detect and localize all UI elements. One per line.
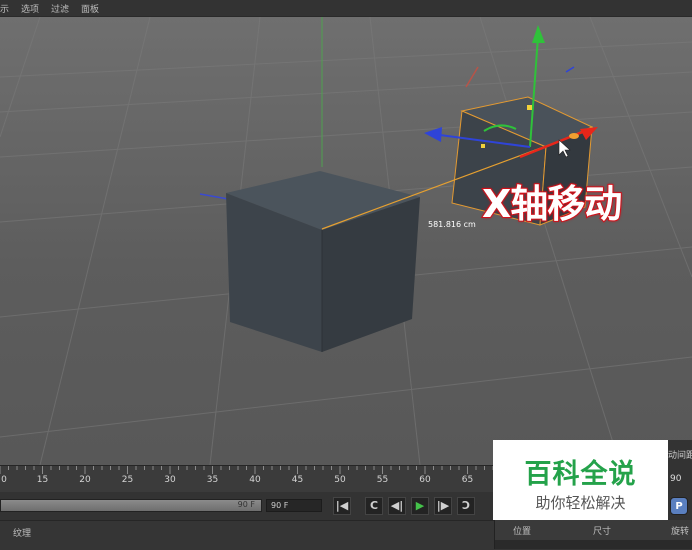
distance-readout: 581.816 cm <box>428 220 476 229</box>
play-button[interactable]: ▶ <box>411 497 429 515</box>
menu-item-panel[interactable]: 面板 <box>81 2 99 15</box>
left-cube <box>226 171 420 352</box>
prev-frame-button[interactable]: ◀| <box>388 497 406 515</box>
watermark-title: 百科全说 <box>524 459 637 490</box>
gizmo-y-arrow <box>532 25 545 43</box>
p-button[interactable]: P <box>670 497 688 515</box>
timeline-tick-label: 25 <box>121 475 134 485</box>
texture-tab[interactable]: 纹理 <box>13 526 31 539</box>
size-label: 尺寸 <box>593 527 612 537</box>
right-frame-value: 90 <box>670 474 682 484</box>
timeline-tick-label: 0 <box>1 475 7 485</box>
3d-viewport[interactable]: X轴移动 581.816 cm <box>0 17 692 465</box>
world-z-axis <box>199 193 229 200</box>
timeline-tick-label: 55 <box>376 475 389 485</box>
rotation-label: 旋转 <box>671 527 690 537</box>
right-panel-label: 动间距 <box>668 451 692 461</box>
menu-item-filter[interactable]: 过滤 <box>51 2 69 15</box>
timeline-tick-label: 65 <box>461 475 474 485</box>
timeline-tick-label: 40 <box>249 475 261 485</box>
timeline-tick-label: 30 <box>164 475 176 485</box>
end-frame-field[interactable]: 90 F <box>266 499 322 512</box>
viewport-scene <box>0 17 692 465</box>
timeline-tick-label: 45 <box>291 475 304 485</box>
timeline-tick-label: 20 <box>79 475 91 485</box>
overlay-caption: X轴移动 <box>481 181 623 227</box>
watermark-subtitle: 助你轻松解决 <box>535 494 626 512</box>
next-key-button[interactable]: Ↄ <box>457 497 475 515</box>
coordinates-panel: 位置 尺寸 旋转 <box>494 520 692 549</box>
menu-item-options[interactable]: 选项 <box>21 2 39 15</box>
next-frame-button[interactable]: |▶ <box>434 497 452 515</box>
prev-key-button[interactable]: C <box>365 497 383 515</box>
slider-end-label: 90 F <box>237 500 255 509</box>
timeline-tick-label: 60 <box>419 475 431 485</box>
menu-bar: 示 选项 过滤 面板 <box>0 0 692 17</box>
timeline-tick-label: 15 <box>36 475 49 485</box>
position-label: 位置 <box>513 527 532 537</box>
watermark-logo: 百科全说 助你轻松解决 <box>493 440 668 520</box>
menu-item-display[interactable]: 示 <box>0 2 9 15</box>
coordinates-row[interactable] <box>495 540 692 549</box>
timeline-tick-label: 35 <box>206 475 219 485</box>
right-panel-strip: 动间距 90 P <box>668 440 692 520</box>
first-frame-button[interactable]: |◀ <box>333 497 351 515</box>
frame-range-slider[interactable]: 90 F <box>0 499 262 512</box>
timeline-tick-label: 50 <box>334 475 346 485</box>
